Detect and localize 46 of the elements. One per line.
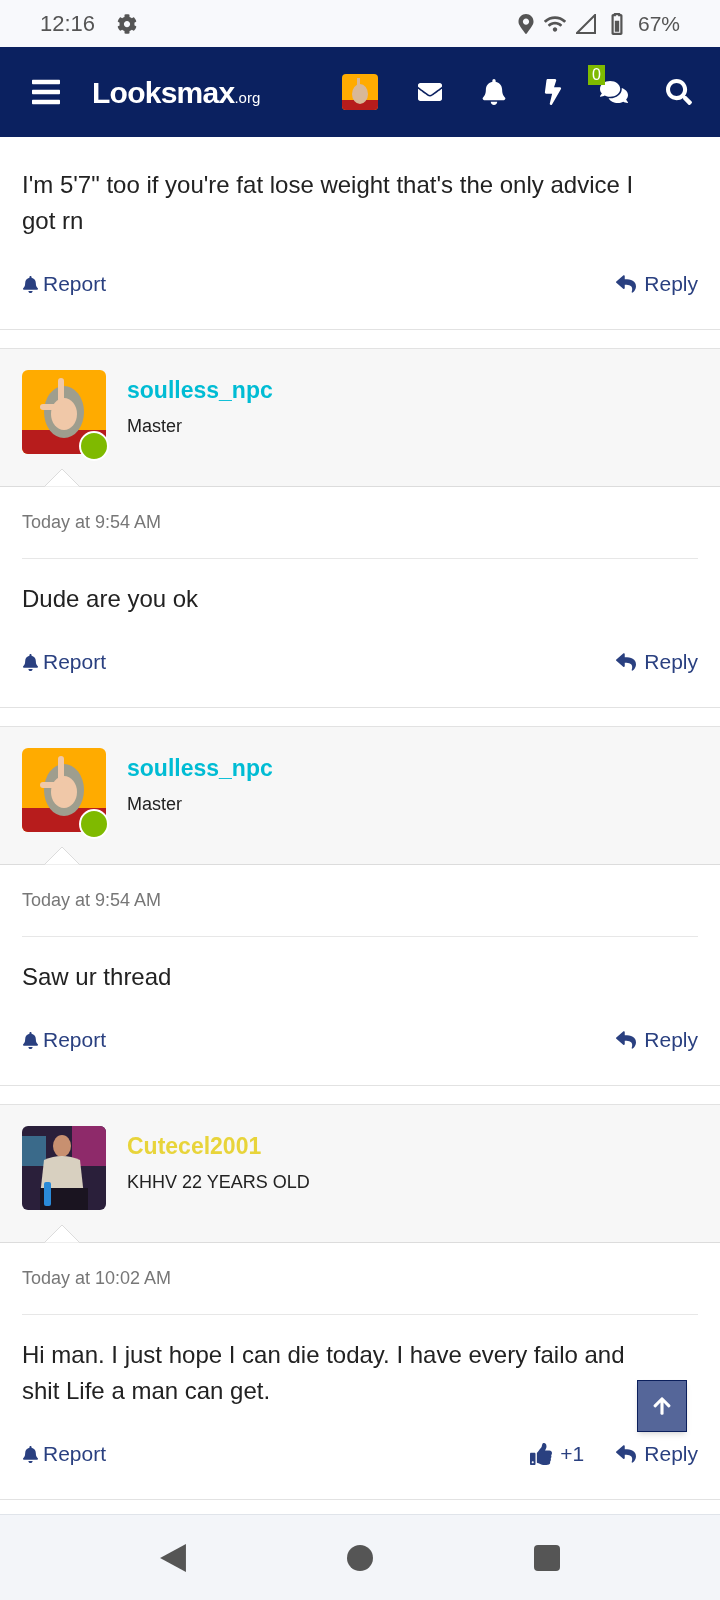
reply-icon — [616, 1444, 637, 1464]
reply-link[interactable]: Reply — [616, 1024, 698, 1056]
conversations-badge: 0 — [588, 65, 605, 85]
home-icon[interactable] — [347, 1544, 373, 1571]
reply-link[interactable]: Reply — [616, 268, 698, 300]
scroll-to-top-button[interactable] — [637, 1380, 688, 1433]
post-date[interactable]: Today at 9:54 AM — [22, 509, 162, 536]
bell-icon — [22, 1031, 39, 1049]
reply-icon — [616, 1030, 637, 1050]
post-message: Saw ur thread — [22, 962, 172, 992]
arrow-up-icon — [652, 1396, 673, 1417]
location-icon — [517, 13, 534, 34]
bell-icon — [22, 275, 39, 293]
reply-link[interactable]: Reply — [616, 646, 698, 678]
signal-icon — [575, 13, 596, 34]
bolt-icon[interactable] — [544, 79, 562, 105]
report-link[interactable]: Report — [22, 1024, 107, 1056]
site-logo[interactable]: Looksmax.org — [92, 69, 261, 115]
post-message: Hi man. I just hope I can die today. I have every failo and shit Life a man can get. — [22, 1340, 626, 1406]
back-icon[interactable] — [160, 1543, 187, 1572]
reply-icon — [616, 652, 637, 672]
mail-icon[interactable] — [416, 80, 444, 104]
status-time: 12:16 — [40, 10, 96, 38]
reply-link[interactable]: Reply — [616, 1438, 698, 1470]
user-title: Master — [127, 793, 183, 816]
report-link[interactable]: Report — [22, 646, 107, 678]
post-date[interactable]: Today at 10:02 AM — [22, 1265, 172, 1292]
settings-icon — [117, 13, 138, 34]
reply-icon — [616, 274, 637, 294]
wifi-icon — [543, 13, 566, 34]
thumbs-up-icon — [530, 1443, 553, 1465]
user-title: KHHV 22 YEARS OLD — [127, 1171, 310, 1194]
like-count[interactable]: +1 — [530, 1438, 585, 1470]
bell-icon — [22, 653, 39, 671]
post-message: Dude are you ok — [22, 584, 199, 614]
report-link[interactable]: Report — [22, 268, 107, 300]
report-link[interactable]: Report — [22, 1438, 107, 1470]
user-title: Master — [127, 415, 183, 438]
post-message: I'm 5'7" too if you're fat lose weight that's the only advice I got rn — [21, 170, 635, 236]
battery-level: 67% — [637, 10, 680, 37]
post-date[interactable]: Today at 9:54 AM — [22, 887, 162, 914]
conversations-icon[interactable] — [600, 79, 628, 105]
bell-icon[interactable] — [482, 79, 506, 105]
search-icon[interactable] — [666, 79, 692, 105]
bell-icon — [22, 1445, 39, 1463]
recents-icon[interactable] — [533, 1544, 560, 1571]
